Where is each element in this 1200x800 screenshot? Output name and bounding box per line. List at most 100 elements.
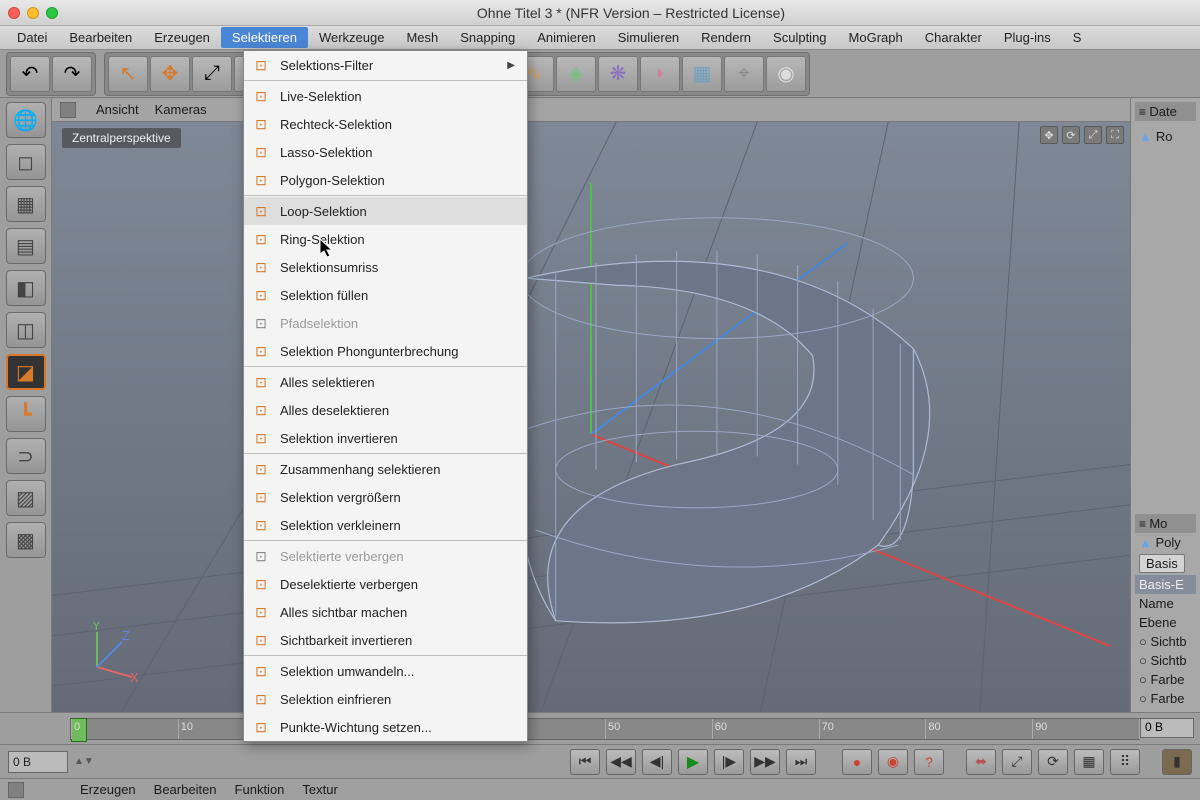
- record-button[interactable]: ●: [842, 749, 872, 775]
- viewtab-ansicht[interactable]: Ansicht: [96, 102, 139, 117]
- goto-start-button[interactable]: ⏮: [570, 749, 600, 775]
- axis-gizmo[interactable]: Y X Z: [82, 622, 142, 682]
- menuitem-loop-sel[interactable]: ⊡Loop-Selektion: [244, 197, 527, 225]
- prim-gen-button[interactable]: ❋: [598, 56, 638, 92]
- menu-charakter[interactable]: Charakter: [914, 27, 993, 48]
- tab-basis[interactable]: Basis: [1139, 554, 1185, 573]
- bottomtab-bearbeiten[interactable]: Bearbeiten: [154, 782, 217, 797]
- timeline-end-field[interactable]: 0 B: [1140, 718, 1194, 738]
- menu-plug-ins[interactable]: Plug-ins: [993, 27, 1062, 48]
- menuitem-outline-sel[interactable]: ⊡Selektionsumriss: [244, 253, 527, 281]
- menuitem-grow-sel[interactable]: ⊡Selektion vergrößern: [244, 483, 527, 511]
- undo-button[interactable]: ↶: [10, 56, 50, 92]
- minimize-icon[interactable]: [27, 7, 39, 19]
- menuitem-poly-sel[interactable]: ⊡Polygon-Selektion: [244, 166, 527, 194]
- bottomtab-funktion[interactable]: Funktion: [235, 782, 285, 797]
- menu-sculpting[interactable]: Sculpting: [762, 27, 837, 48]
- tool-cube-poly[interactable]: ◪: [6, 354, 46, 390]
- menuitem-shrink-sel[interactable]: ⊡Selektion verkleinern: [244, 511, 527, 539]
- prim-nurbs-button[interactable]: ◈: [556, 56, 596, 92]
- key-param-button[interactable]: ▦: [1074, 749, 1104, 775]
- menuitem-lasso-sel[interactable]: ⊡Lasso-Selektion: [244, 138, 527, 166]
- radio-visibility-1[interactable]: Sichtb: [1135, 632, 1196, 651]
- menuitem-filter[interactable]: ⊡Selektions-Filter▶: [244, 51, 527, 79]
- tool-cube[interactable]: ◻: [6, 144, 46, 180]
- menuitem-set-weight[interactable]: ⊡Punkte-Wichtung setzen...: [244, 713, 527, 741]
- bottomtab-erzeugen[interactable]: Erzeugen: [80, 782, 136, 797]
- goto-end-button[interactable]: ⏭: [786, 749, 816, 775]
- menuitem-invert-sel[interactable]: ⊡Selektion invertieren: [244, 424, 527, 452]
- scale-button[interactable]: ⤢: [192, 56, 232, 92]
- menuitem-live-sel[interactable]: ⊡Live-Selektion: [244, 82, 527, 110]
- left-tool-palette: 🌐 ◻ ▦ ▤ ◧ ◫ ◪ ┗ ⊃ ▨ ▩: [0, 98, 52, 712]
- autokey-button[interactable]: ◉: [878, 749, 908, 775]
- tool-cube-empty[interactable]: ◫: [6, 312, 46, 348]
- prim-cam-button[interactable]: ⌖: [724, 56, 764, 92]
- viewport-3d[interactable]: Zentralperspektive ✥⟳⤢⛶: [52, 122, 1130, 712]
- key-rot-button[interactable]: ⟳: [1038, 749, 1068, 775]
- move-button[interactable]: ✥: [150, 56, 190, 92]
- tool-magnet[interactable]: ⊃: [6, 438, 46, 474]
- bottomtab-textur[interactable]: Textur: [302, 782, 337, 797]
- viewport-container: Ansicht Kameras Zentralperspektive ✥⟳⤢⛶: [52, 98, 1130, 712]
- tool-checker[interactable]: ▦: [6, 186, 46, 222]
- timeline-ruler[interactable]: 0105060708090100: [70, 718, 1140, 740]
- menuitem-rect-sel[interactable]: ⊡Rechteck-Selektion: [244, 110, 527, 138]
- tool-axis[interactable]: ┗: [6, 396, 46, 432]
- menu-simulieren[interactable]: Simulieren: [607, 27, 690, 48]
- close-icon[interactable]: [8, 7, 20, 19]
- menu-animieren[interactable]: Animieren: [526, 27, 607, 48]
- ring-sel-icon: ⊡: [252, 230, 270, 248]
- menuitem-invert-vis[interactable]: ⊡Sichtbarkeit invertieren: [244, 626, 527, 654]
- key-scale-button[interactable]: ⤢: [1002, 749, 1032, 775]
- tool-floor-a[interactable]: ▨: [6, 480, 46, 516]
- tool-grid[interactable]: ▤: [6, 228, 46, 264]
- object-tree-item[interactable]: ▲ Ro: [1135, 127, 1196, 146]
- next-key-button[interactable]: ▶▶: [750, 749, 780, 775]
- key-pla-button[interactable]: ⠿: [1110, 749, 1140, 775]
- menu-datei[interactable]: Datei: [6, 27, 58, 48]
- menuitem-hide-desel[interactable]: ⊡Deselektierte verbergen: [244, 570, 527, 598]
- tool-globe[interactable]: 🌐: [6, 102, 46, 138]
- menu-mesh[interactable]: Mesh: [395, 27, 449, 48]
- tool-cube-obj[interactable]: ◧: [6, 270, 46, 306]
- menuitem-deselect-all[interactable]: ⊡Alles deselektieren: [244, 396, 527, 424]
- current-frame-field[interactable]: 0 B: [8, 751, 68, 773]
- menu-mograph[interactable]: MoGraph: [838, 27, 914, 48]
- prim-light-button[interactable]: ◉: [766, 56, 806, 92]
- stepper-icon[interactable]: ▲▼: [74, 756, 94, 767]
- menu-s[interactable]: S: [1062, 27, 1093, 48]
- menuitem-freeze-sel[interactable]: ⊡Selektion einfrieren: [244, 685, 527, 713]
- menuitem-ring-sel[interactable]: ⊡Ring-Selektion: [244, 225, 527, 253]
- menu-selektieren[interactable]: Selektieren: [221, 27, 308, 48]
- prev-frame-button[interactable]: ◀|: [642, 749, 672, 775]
- menu-erzeugen[interactable]: Erzeugen: [143, 27, 221, 48]
- keyframe-help-button[interactable]: ?: [914, 749, 944, 775]
- radio-color-1[interactable]: Farbe: [1135, 670, 1196, 689]
- tool-floor-b[interactable]: ▩: [6, 522, 46, 558]
- menu-bearbeiten[interactable]: Bearbeiten: [58, 27, 143, 48]
- redo-button[interactable]: ↷: [52, 56, 92, 92]
- menuitem-phong-sel[interactable]: ⊡Selektion Phongunterbrechung: [244, 337, 527, 365]
- menuitem-show-all[interactable]: ⊡Alles sichtbar machen: [244, 598, 527, 626]
- material-slot[interactable]: ▮: [1162, 749, 1192, 775]
- menuitem-select-all[interactable]: ⊡Alles selektieren: [244, 368, 527, 396]
- select-button[interactable]: ↖: [108, 56, 148, 92]
- prim-deform-button[interactable]: ◗: [640, 56, 680, 92]
- prim-env-button[interactable]: ▦: [682, 56, 722, 92]
- next-frame-button[interactable]: |▶: [714, 749, 744, 775]
- maximize-icon[interactable]: [46, 7, 58, 19]
- timeline[interactable]: 0105060708090100 0 B: [0, 712, 1200, 744]
- menu-werkzeuge[interactable]: Werkzeuge: [308, 27, 396, 48]
- menuitem-connected-sel[interactable]: ⊡Zusammenhang selektieren: [244, 455, 527, 483]
- menu-snapping[interactable]: Snapping: [449, 27, 526, 48]
- key-pos-button[interactable]: ⬌: [966, 749, 996, 775]
- viewtab-kameras[interactable]: Kameras: [155, 102, 207, 117]
- play-button[interactable]: ▶: [678, 749, 708, 775]
- prev-key-button[interactable]: ◀◀: [606, 749, 636, 775]
- radio-color-2[interactable]: Farbe: [1135, 689, 1196, 708]
- menu-rendern[interactable]: Rendern: [690, 27, 762, 48]
- menuitem-fill-sel[interactable]: ⊡Selektion füllen: [244, 281, 527, 309]
- menuitem-convert-sel[interactable]: ⊡Selektion umwandeln...: [244, 657, 527, 685]
- radio-visibility-2[interactable]: Sichtb: [1135, 651, 1196, 670]
